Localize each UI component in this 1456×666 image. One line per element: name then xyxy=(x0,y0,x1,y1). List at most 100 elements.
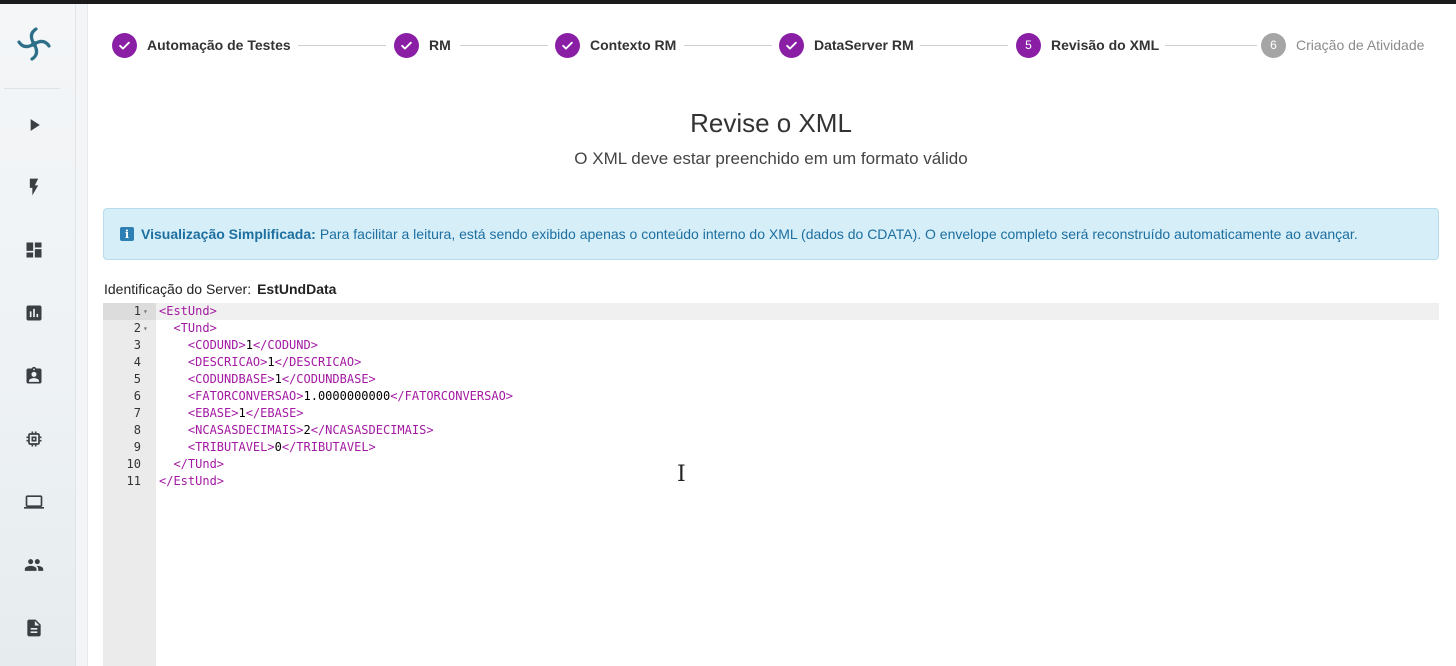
check-icon xyxy=(394,32,419,58)
sidebar-edge xyxy=(76,4,88,666)
xml-close-tag: </FATORCONVERSAO> xyxy=(390,389,514,403)
xml-open-tag: <TUnd> xyxy=(173,321,217,335)
step-label: Automação de Testes xyxy=(147,37,291,53)
line-number: 5 xyxy=(133,372,141,386)
server-value: EstUndData xyxy=(257,281,337,297)
xml-open-tag: <EBASE> xyxy=(187,406,239,420)
xml-open-tag: <NCASASDECIMAIS> xyxy=(187,423,304,437)
xml-value: 0 xyxy=(274,440,282,454)
code-line[interactable]: 3 <CODUND>1</CODUND> xyxy=(103,337,1439,354)
sidebar-divider xyxy=(4,88,60,89)
code-line[interactable]: 4 <DESCRICAO>1</DESCRICAO> xyxy=(103,354,1439,371)
code-text: <DESCRICAO>1</DESCRICAO> xyxy=(159,354,361,371)
laptop-icon[interactable] xyxy=(18,486,50,518)
code-text: <EBASE>1</EBASE> xyxy=(159,405,304,422)
step-connector xyxy=(298,45,386,46)
page-subtitle: O XML deve estar preenchido em um format… xyxy=(574,149,968,168)
line-number: 8 xyxy=(133,423,141,437)
xml-close-tag: </TRIBUTAVEL> xyxy=(281,440,376,454)
app-logo[interactable] xyxy=(14,24,54,64)
step-connector xyxy=(684,45,772,46)
xml-value: 1.0000000000 xyxy=(303,389,391,403)
document-icon[interactable] xyxy=(18,612,50,644)
clipboard-icon[interactable] xyxy=(18,360,50,392)
step-criacao-de-atividade[interactable]: 6 Criação de Atividade xyxy=(1261,30,1424,60)
xml-open-tag: <CODUNDBASE> xyxy=(187,372,275,386)
fold-arrow-icon[interactable]: ▾ xyxy=(143,303,153,320)
step-number: 5 xyxy=(1016,32,1041,58)
page-title: Revise o XML xyxy=(690,108,852,138)
xml-close-tag: </EBASE> xyxy=(245,406,304,420)
code-line[interactable]: 2 ▾ <TUnd> xyxy=(103,320,1439,337)
chip-icon[interactable] xyxy=(18,423,50,455)
step-connector xyxy=(1165,45,1257,46)
line-number: 9 xyxy=(133,440,141,454)
code-line[interactable]: 8 <NCASASDECIMAIS>2</NCASASDECIMAIS> xyxy=(103,422,1439,439)
text-cursor-icon: I xyxy=(677,462,686,487)
line-number: 10 xyxy=(126,457,141,471)
check-icon xyxy=(779,32,804,58)
code-line[interactable]: 5 <CODUNDBASE>1</CODUNDBASE> xyxy=(103,371,1439,388)
code-text: <FATORCONVERSAO>1.0000000000</FATORCONVE… xyxy=(159,388,513,405)
step-number: 6 xyxy=(1261,32,1286,58)
xml-close-tag: </DESCRICAO> xyxy=(274,355,362,369)
people-icon[interactable] xyxy=(18,549,50,581)
step-label: Contexto RM xyxy=(590,37,677,53)
xml-open-tag: <FATORCONVERSAO> xyxy=(187,389,304,403)
xml-close-tag: </CODUNDBASE> xyxy=(281,372,376,386)
info-alert: i Visualização Simplificada: Para facili… xyxy=(103,208,1439,260)
xml-open-tag: <TRIBUTAVEL> xyxy=(187,440,275,454)
line-number: 7 xyxy=(133,406,141,420)
line-number: 4 xyxy=(133,355,141,369)
check-icon xyxy=(112,32,137,58)
step-rm[interactable]: RM xyxy=(394,30,451,60)
alert-text: Para facilitar a leitura, está sendo exi… xyxy=(319,226,1358,242)
xml-close-tag: </NCASASDECIMAIS> xyxy=(310,423,434,437)
step-dataserver-rm[interactable]: DataServer RM xyxy=(779,30,914,60)
line-number: 3 xyxy=(133,338,141,352)
xml-open-tag: <EstUnd> xyxy=(159,304,217,318)
step-label: DataServer RM xyxy=(814,37,914,53)
code-text: </TUnd> xyxy=(159,456,224,473)
xml-value: 1 xyxy=(267,355,275,369)
code-line[interactable]: 1 ▾ <EstUnd> xyxy=(103,303,1439,320)
code-line[interactable]: 6 <FATORCONVERSAO>1.0000000000</FATORCON… xyxy=(103,388,1439,405)
fold-arrow-icon[interactable]: ▾ xyxy=(143,320,153,337)
xml-open-tag: <DESCRICAO> xyxy=(187,355,268,369)
alert-title: Visualização Simplificada: xyxy=(141,226,316,242)
server-label: Identificação do Server: xyxy=(104,281,252,297)
step-label: RM xyxy=(429,37,451,53)
chart-icon[interactable] xyxy=(18,297,50,329)
dashboard-icon[interactable] xyxy=(18,234,50,266)
code-text: <TRIBUTAVEL>0</TRIBUTAVEL> xyxy=(159,439,376,456)
code-text: <CODUND>1</CODUND> xyxy=(159,337,318,354)
step-connector xyxy=(460,45,548,46)
xml-value: 1 xyxy=(238,406,246,420)
step-revisao-do-xml[interactable]: 5 Revisão do XML xyxy=(1016,30,1159,60)
code-text: <EstUnd> xyxy=(159,303,217,320)
info-icon: i xyxy=(120,227,134,241)
code-text: <TUnd> xyxy=(159,320,217,337)
line-number: 11 xyxy=(126,474,141,488)
step-contexto-rm[interactable]: Contexto RM xyxy=(555,30,676,60)
xml-editor[interactable]: 1 ▾ <EstUnd> 2 ▾ <TUnd> 3 <CODUND>1</CODUND> 4… xyxy=(103,303,1439,666)
code-line[interactable]: 7 <EBASE>1</EBASE> xyxy=(103,405,1439,422)
step-label: Revisão do XML xyxy=(1051,37,1160,53)
xml-close-tag: </EstUnd> xyxy=(159,474,225,488)
step-label: Criação de Atividade xyxy=(1296,37,1425,53)
check-icon xyxy=(555,32,580,58)
line-number: 6 xyxy=(133,389,141,403)
code-text: </EstUnd> xyxy=(159,473,224,490)
bolt-icon[interactable] xyxy=(18,171,50,203)
xml-close-tag: </TUnd> xyxy=(173,457,225,471)
line-number: 2 xyxy=(133,321,141,335)
step-connector xyxy=(920,45,1008,46)
xml-close-tag: </CODUND> xyxy=(252,338,318,352)
xml-value: 1 xyxy=(274,372,282,386)
wizard-stepper: Automação de Testes RM Contexto RM DataS… xyxy=(112,30,1442,60)
code-line[interactable]: 10 </TUnd> xyxy=(103,456,1439,473)
code-line[interactable]: 11 </EstUnd> xyxy=(103,473,1439,490)
code-text: <NCASASDECIMAIS>2</NCASASDECIMAIS> xyxy=(159,422,434,439)
step-automacao-de-testes[interactable]: Automação de Testes xyxy=(112,30,291,60)
code-line[interactable]: 9 <TRIBUTAVEL>0</TRIBUTAVEL> xyxy=(103,439,1439,456)
